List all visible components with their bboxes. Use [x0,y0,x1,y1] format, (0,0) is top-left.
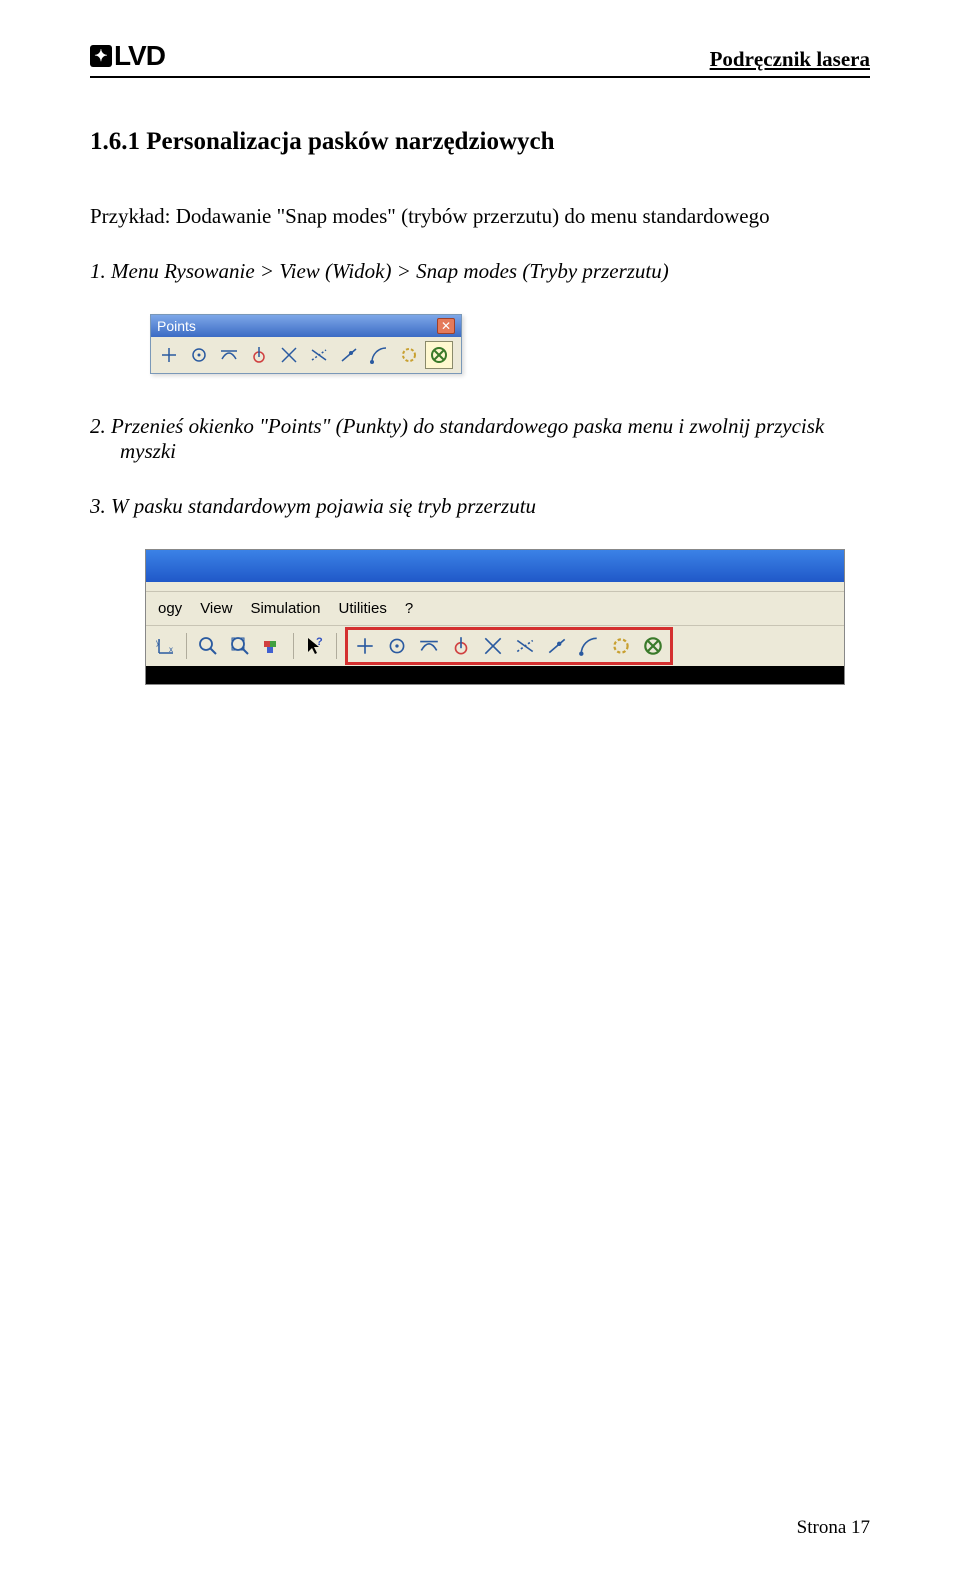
help-pointer-icon[interactable]: ? [300,632,330,660]
snap-quadrant-icon[interactable] [365,341,393,369]
svg-text:x: x [169,645,173,654]
menu-item[interactable]: ? [405,600,413,617]
snap-perpendicular-icon[interactable] [446,632,476,660]
points-toolbar-window[interactable]: Points ✕ [150,314,462,374]
menu-row: ogy View Simulation Utilities ? [146,592,844,626]
intro-text: Przykład: Dodawanie "Snap modes" (trybów… [90,204,870,229]
snap-none-icon[interactable] [425,341,453,369]
menu-item[interactable]: ogy [158,600,182,617]
snap-center-icon[interactable] [382,632,412,660]
palette-icon[interactable] [257,632,287,660]
svg-text:?: ? [316,636,323,648]
section-heading: 1.6.1 Personalizacja pasków narzędziowyc… [90,128,870,156]
step-2: 2. Przenieś okienko "Points" (Punkty) do… [90,414,870,464]
snap-apparent-icon[interactable] [510,632,540,660]
snap-quadrant-icon[interactable] [574,632,604,660]
snap-apparent-icon[interactable] [305,341,333,369]
snap-intersection-icon[interactable] [275,341,303,369]
snap-modes-group-highlight [345,627,673,665]
menubar-screenshot: ogy View Simulation Utilities ? yx ? [145,549,845,685]
logo: ✦ LVD [90,40,165,72]
snap-center-icon[interactable] [185,341,213,369]
snap-tangent-icon[interactable] [414,632,444,660]
spacer-bar [146,582,844,592]
window-titlebar [146,550,844,582]
snap-perpendicular-icon[interactable] [245,341,273,369]
step-3: 3. W pasku standardowym pojawia się tryb… [90,494,870,519]
step-2-line1: 2. Przenieś okienko "Points" (Punkty) do… [90,414,824,438]
zoom-extents-icon[interactable] [225,632,255,660]
snap-none-icon[interactable] [638,632,668,660]
logo-icon: ✦ [90,45,112,67]
snap-nearest-icon[interactable] [335,341,363,369]
coord-tool-icon[interactable]: yx [150,632,180,660]
menu-item[interactable]: View [200,600,232,617]
points-icon-row [151,337,461,373]
document-title: Podręcznik lasera [710,47,870,72]
snap-nearest-icon[interactable] [542,632,572,660]
points-titlebar[interactable]: Points ✕ [151,315,461,337]
snap-node-icon[interactable] [395,341,423,369]
page-footer: Strona 17 [797,1517,870,1539]
page-header: ✦ LVD Podręcznik lasera [90,40,870,78]
toolbar-row: yx ? [146,626,844,666]
step-1: 1. Menu Rysowanie > View (Widok) > Snap … [90,259,870,284]
separator [293,633,294,659]
close-icon[interactable]: ✕ [437,318,455,334]
snap-endpoint-icon[interactable] [155,341,183,369]
menu-item[interactable]: Utilities [338,600,386,617]
menu-item[interactable]: Simulation [250,600,320,617]
points-title: Points [157,318,196,334]
separator [186,633,187,659]
step-2-line2: myszki [120,439,870,464]
snap-endpoint-icon[interactable] [350,632,380,660]
logo-text: LVD [114,40,165,72]
snap-intersection-icon[interactable] [478,632,508,660]
zoom-in-icon[interactable] [193,632,223,660]
snap-tangent-icon[interactable] [215,341,243,369]
snap-node-icon[interactable] [606,632,636,660]
canvas-edge [146,666,844,684]
separator [336,633,337,659]
